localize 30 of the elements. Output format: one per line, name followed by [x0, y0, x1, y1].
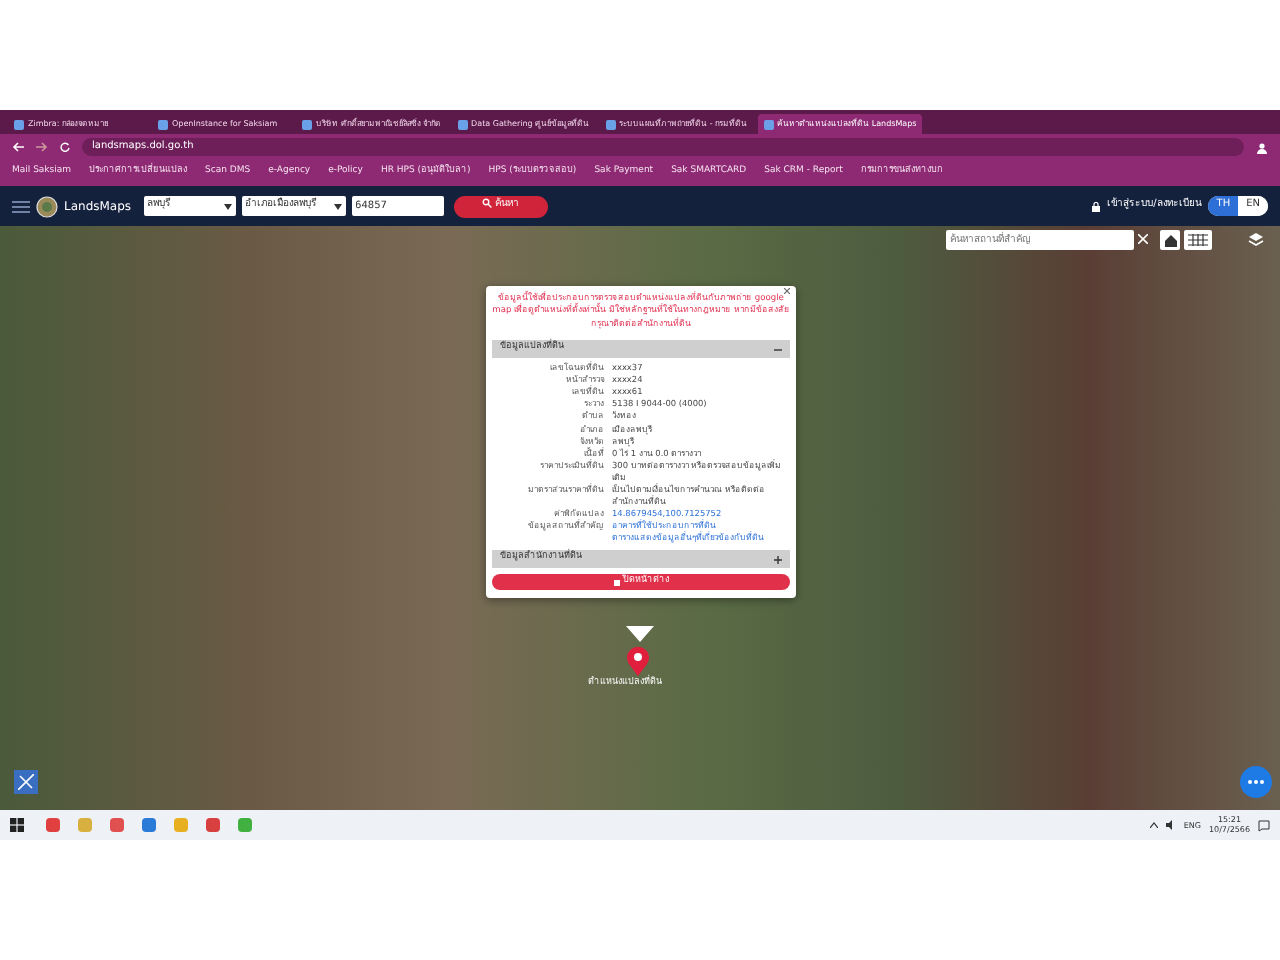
- layers-icon[interactable]: [1248, 232, 1264, 248]
- caret-icon: [223, 203, 232, 209]
- measure-tool-button[interactable]: [14, 770, 38, 794]
- logo-icon: [36, 195, 58, 217]
- speaker-icon[interactable]: [1165, 820, 1176, 830]
- plus-icon: [774, 555, 782, 564]
- home-button[interactable]: [1160, 230, 1180, 250]
- caret-icon: [333, 203, 342, 209]
- more-button[interactable]: [1240, 766, 1272, 798]
- grid-button[interactable]: [1184, 230, 1212, 250]
- close-icon[interactable]: [784, 288, 790, 294]
- app-icon[interactable]: [110, 818, 124, 832]
- forward-arrow-icon[interactable]: [36, 142, 48, 152]
- satellite-map-photo[interactable]: [0, 226, 1280, 810]
- app-icon[interactable]: [206, 818, 220, 832]
- square-icon: [613, 579, 619, 586]
- app-icon[interactable]: [142, 818, 156, 832]
- location-pin-icon[interactable]: [626, 646, 650, 676]
- windows-start-icon[interactable]: [10, 818, 24, 832]
- notification-icon[interactable]: [1258, 819, 1270, 831]
- lock-icon: [1091, 201, 1100, 211]
- back-arrow-icon[interactable]: [12, 142, 24, 152]
- profile-icon[interactable]: [1256, 141, 1268, 153]
- chevron-up-icon[interactable]: [1149, 822, 1158, 828]
- app-icon[interactable]: [46, 818, 60, 832]
- reload-icon[interactable]: [60, 142, 70, 152]
- home-icon: [1163, 233, 1177, 247]
- search-icon: [481, 198, 492, 209]
- menu-icon[interactable]: [12, 199, 30, 213]
- grid-icon: [1188, 234, 1208, 246]
